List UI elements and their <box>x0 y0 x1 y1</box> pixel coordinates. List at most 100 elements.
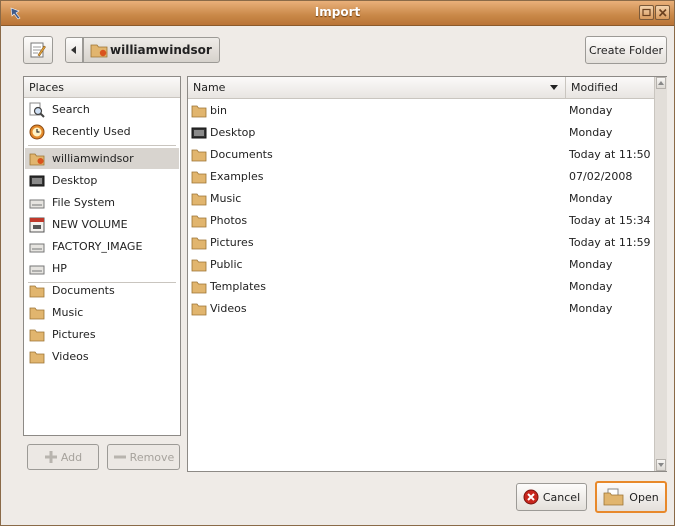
add-label: Add <box>60 450 83 464</box>
bookmark-music[interactable]: Music <box>25 302 179 323</box>
file-name: Pictures <box>210 236 254 249</box>
recent-icon <box>29 124 45 139</box>
file-modified: Monday <box>569 258 613 271</box>
scroll-up-button[interactable] <box>656 77 666 89</box>
add-icon <box>44 451 57 463</box>
file-modified: Today at 11:50 <box>569 148 651 161</box>
path-label: williamwindsor <box>110 43 212 57</box>
column-modified-label: Modified <box>571 81 618 94</box>
desktop-icon <box>191 127 207 138</box>
folder-icon <box>191 105 207 117</box>
file-row-photos[interactable]: Photos Today at 15:34 <box>188 210 654 231</box>
file-name: Desktop <box>210 126 256 139</box>
up-arrow-icon <box>658 81 664 85</box>
file-modified: 07/02/2008 <box>569 170 633 183</box>
remove-bookmark-button[interactable]: Remove <box>107 444 180 470</box>
place-label: Desktop <box>52 174 98 187</box>
path-button-williamwindsor[interactable]: williamwindsor <box>83 37 220 63</box>
file-modified: Monday <box>569 104 613 117</box>
folder-icon <box>191 303 207 315</box>
close-button[interactable] <box>655 5 670 20</box>
remove-icon <box>113 455 126 459</box>
scroll-down-button[interactable] <box>656 459 666 471</box>
remove-label: Remove <box>129 450 175 464</box>
file-name: Photos <box>210 214 248 227</box>
file-row-documents[interactable]: Documents Today at 11:50 <box>188 144 654 165</box>
column-name-label: Name <box>193 81 226 94</box>
path-scroll-left-button[interactable] <box>65 37 83 63</box>
type-location-button[interactable] <box>23 36 53 64</box>
left-arrow-icon <box>71 46 76 54</box>
folder-icon <box>191 237 207 249</box>
folder-icon <box>191 281 207 293</box>
title-bar[interactable]: Import <box>1 1 674 26</box>
place-new-volume[interactable]: NEW VOLUME <box>25 214 179 235</box>
bookmark-pictures[interactable]: Pictures <box>25 324 179 345</box>
folder-icon <box>191 215 207 227</box>
file-name: Examples <box>210 170 264 183</box>
place-hp[interactable]: HP <box>25 258 179 279</box>
place-desktop[interactable]: Desktop <box>25 170 179 191</box>
file-row-public[interactable]: Public Monday <box>188 254 654 275</box>
place-label: HP <box>52 262 67 275</box>
create-folder-button[interactable]: Create Folder <box>585 36 667 64</box>
file-modified: Monday <box>569 280 613 293</box>
folder-icon <box>29 307 45 319</box>
close-icon <box>658 8 667 17</box>
place-label: Documents <box>52 284 115 297</box>
place-label: NEW VOLUME <box>52 218 128 231</box>
drive-icon <box>29 243 45 252</box>
file-row-desktop[interactable]: Desktop Monday <box>188 122 654 143</box>
maximize-icon <box>642 8 651 17</box>
place-label: File System <box>52 196 115 209</box>
column-name-header[interactable]: Name <box>188 77 566 98</box>
cancel-icon <box>523 489 539 505</box>
file-row-music[interactable]: Music Monday <box>188 188 654 209</box>
import-dialog: Import williamwindsor Create Folder Plac… <box>0 0 675 526</box>
place-search[interactable]: Search <box>25 99 179 120</box>
file-list: Name Modified bin Monday Desktop Monday … <box>187 76 667 472</box>
maximize-button[interactable] <box>639 5 654 20</box>
usb-drive-icon <box>29 217 45 232</box>
file-name: Public <box>210 258 243 271</box>
drive-icon <box>29 265 45 274</box>
file-row-templates[interactable]: Templates Monday <box>188 276 654 297</box>
file-row-examples[interactable]: Examples 07/02/2008 <box>188 166 654 187</box>
cancel-button[interactable]: Cancel <box>516 483 587 511</box>
file-list-scrollbar[interactable] <box>654 77 667 471</box>
cancel-label: Cancel <box>542 490 581 504</box>
file-name: bin <box>210 104 228 117</box>
place-williamwindsor[interactable]: williamwindsor <box>25 148 179 169</box>
file-row-bin[interactable]: bin Monday <box>188 100 654 121</box>
home-folder-icon <box>90 44 108 58</box>
folder-icon <box>191 259 207 271</box>
folder-icon <box>29 329 45 341</box>
folder-icon <box>191 193 207 205</box>
column-modified-header[interactable]: Modified <box>566 77 654 98</box>
bookmark-documents[interactable]: Documents <box>25 280 179 301</box>
add-bookmark-button[interactable]: Add <box>27 444 99 470</box>
place-factory-image[interactable]: FACTORY_IMAGE <box>25 236 179 257</box>
folder-icon <box>191 149 207 161</box>
places-header[interactable]: Places <box>24 77 180 98</box>
place-label: Search <box>52 103 90 116</box>
bookmark-videos[interactable]: Videos <box>25 346 179 367</box>
file-modified: Today at 11:59 <box>569 236 651 249</box>
place-recently-used[interactable]: Recently Used <box>25 121 179 142</box>
edit-location-icon <box>30 42 46 58</box>
file-row-pictures[interactable]: Pictures Today at 11:59 <box>188 232 654 253</box>
places-sidebar: Places Search Recently Used williamwinds… <box>23 76 181 436</box>
folder-icon <box>191 171 207 183</box>
open-button[interactable]: Open <box>595 481 667 513</box>
file-name: Documents <box>210 148 273 161</box>
folder-icon <box>29 351 45 363</box>
file-list-header: Name Modified <box>188 77 654 99</box>
file-row-videos[interactable]: Videos Monday <box>188 298 654 319</box>
file-name: Templates <box>210 280 266 293</box>
place-label: Music <box>52 306 84 319</box>
file-modified: Monday <box>569 126 613 139</box>
search-icon <box>29 102 45 118</box>
place-file-system[interactable]: File System <box>25 192 179 213</box>
window-title: Import <box>314 5 361 19</box>
folder-icon <box>29 285 45 297</box>
